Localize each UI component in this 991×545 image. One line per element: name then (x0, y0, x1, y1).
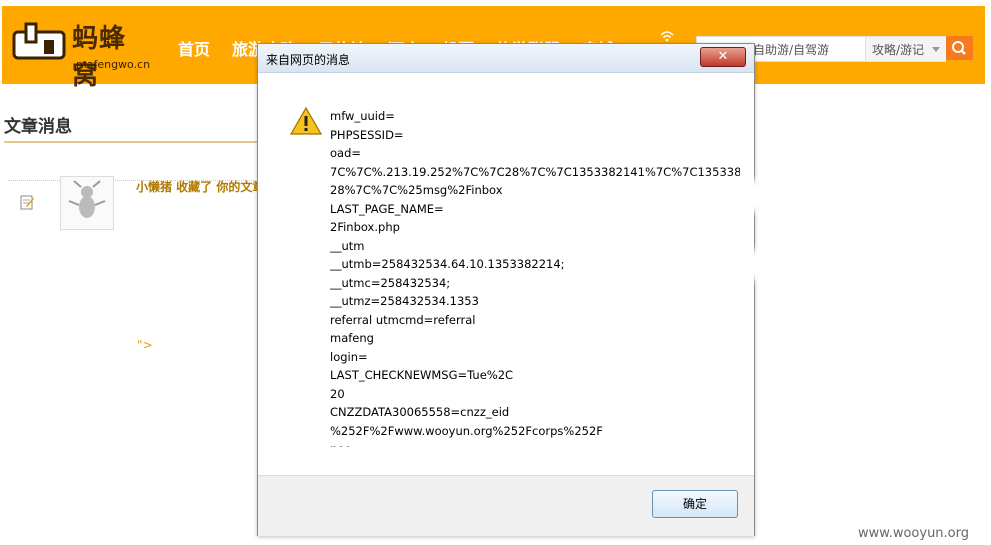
message-line: 7C%7C%.213.19.252%7C%7C28%7C%7C135338214… (330, 164, 740, 179)
message-line: 2Finbox.php (330, 220, 400, 234)
alert-dialog: 来自网页的消息 ✕ mfw_uuid= PHPSESSID= oad= 7C%7… (257, 43, 755, 536)
warning-icon (290, 106, 322, 135)
search-button[interactable] (946, 36, 973, 60)
note-icon (20, 195, 34, 210)
wifi-icon (660, 31, 674, 42)
title-divider (4, 141, 260, 143)
message-line: LAST_CHECKNEWMSG=Tue%2C (330, 368, 514, 382)
message-line: __utmb=258432534.64.10.1353382214; (330, 257, 565, 271)
message-line: login= (330, 349, 368, 364)
stray-text: "> (137, 338, 153, 352)
logo-mark-icon (12, 22, 66, 60)
ok-button-label: 确定 (682, 497, 707, 511)
search-input[interactable]: 自助游/自驾游 (753, 41, 829, 58)
chevron-down-icon (932, 47, 940, 52)
close-icon: ✕ (717, 49, 729, 64)
message-line: mafeng (330, 331, 374, 345)
dialog-message: mfw_uuid= PHPSESSID= oad= 7C%7C%.213.19.… (330, 107, 740, 447)
search-category-select[interactable]: 攻略/游记 (865, 37, 946, 61)
dialog-titlebar[interactable]: 来自网页的消息 ✕ (258, 44, 754, 73)
page-title: 文章消息 (4, 117, 72, 137)
message-line: PHPSESSID= (330, 127, 404, 142)
message-line: CNZZDATA30065558=cnzz_eid (330, 405, 510, 419)
dialog-footer: 确定 (258, 475, 754, 536)
message-line: %252F%2Fwww.wooyun.org%252Fcorps%252F (330, 423, 603, 438)
site-logo[interactable]: 蚂蜂窝 mafengwo.cn (8, 12, 151, 91)
message-line: referral utmcmd=referral (330, 312, 476, 327)
avatar[interactable] (60, 176, 114, 230)
logo-domain: mafengwo.cn (76, 58, 151, 71)
nav-home[interactable]: 首页 (178, 36, 210, 60)
message-line: __utmc=258432534; (330, 275, 451, 290)
message-line: 20 (330, 386, 345, 401)
search-category-label: 攻略/游记 (872, 43, 925, 57)
message-line: oad= (330, 146, 362, 160)
message-line: __utm (330, 238, 365, 253)
message-line: neo (330, 440, 740, 447)
watermark: www.wooyun.org (858, 526, 970, 541)
close-button[interactable]: ✕ (700, 47, 746, 67)
ant-avatar-icon (68, 180, 106, 218)
logo-text: 蚂蜂窝 (72, 24, 127, 91)
message-line: __utmz=258432534.1353 (330, 294, 479, 308)
message-line: mfw_uuid= (330, 109, 395, 123)
dialog-title: 来自网页的消息 (266, 53, 351, 67)
ok-button[interactable]: 确定 (652, 490, 738, 518)
search-icon (952, 41, 966, 55)
redaction-smear (640, 180, 780, 212)
redaction-smear (680, 250, 800, 280)
message-item-text[interactable]: 小懒猪 收藏了 你的文章 (136, 178, 264, 195)
